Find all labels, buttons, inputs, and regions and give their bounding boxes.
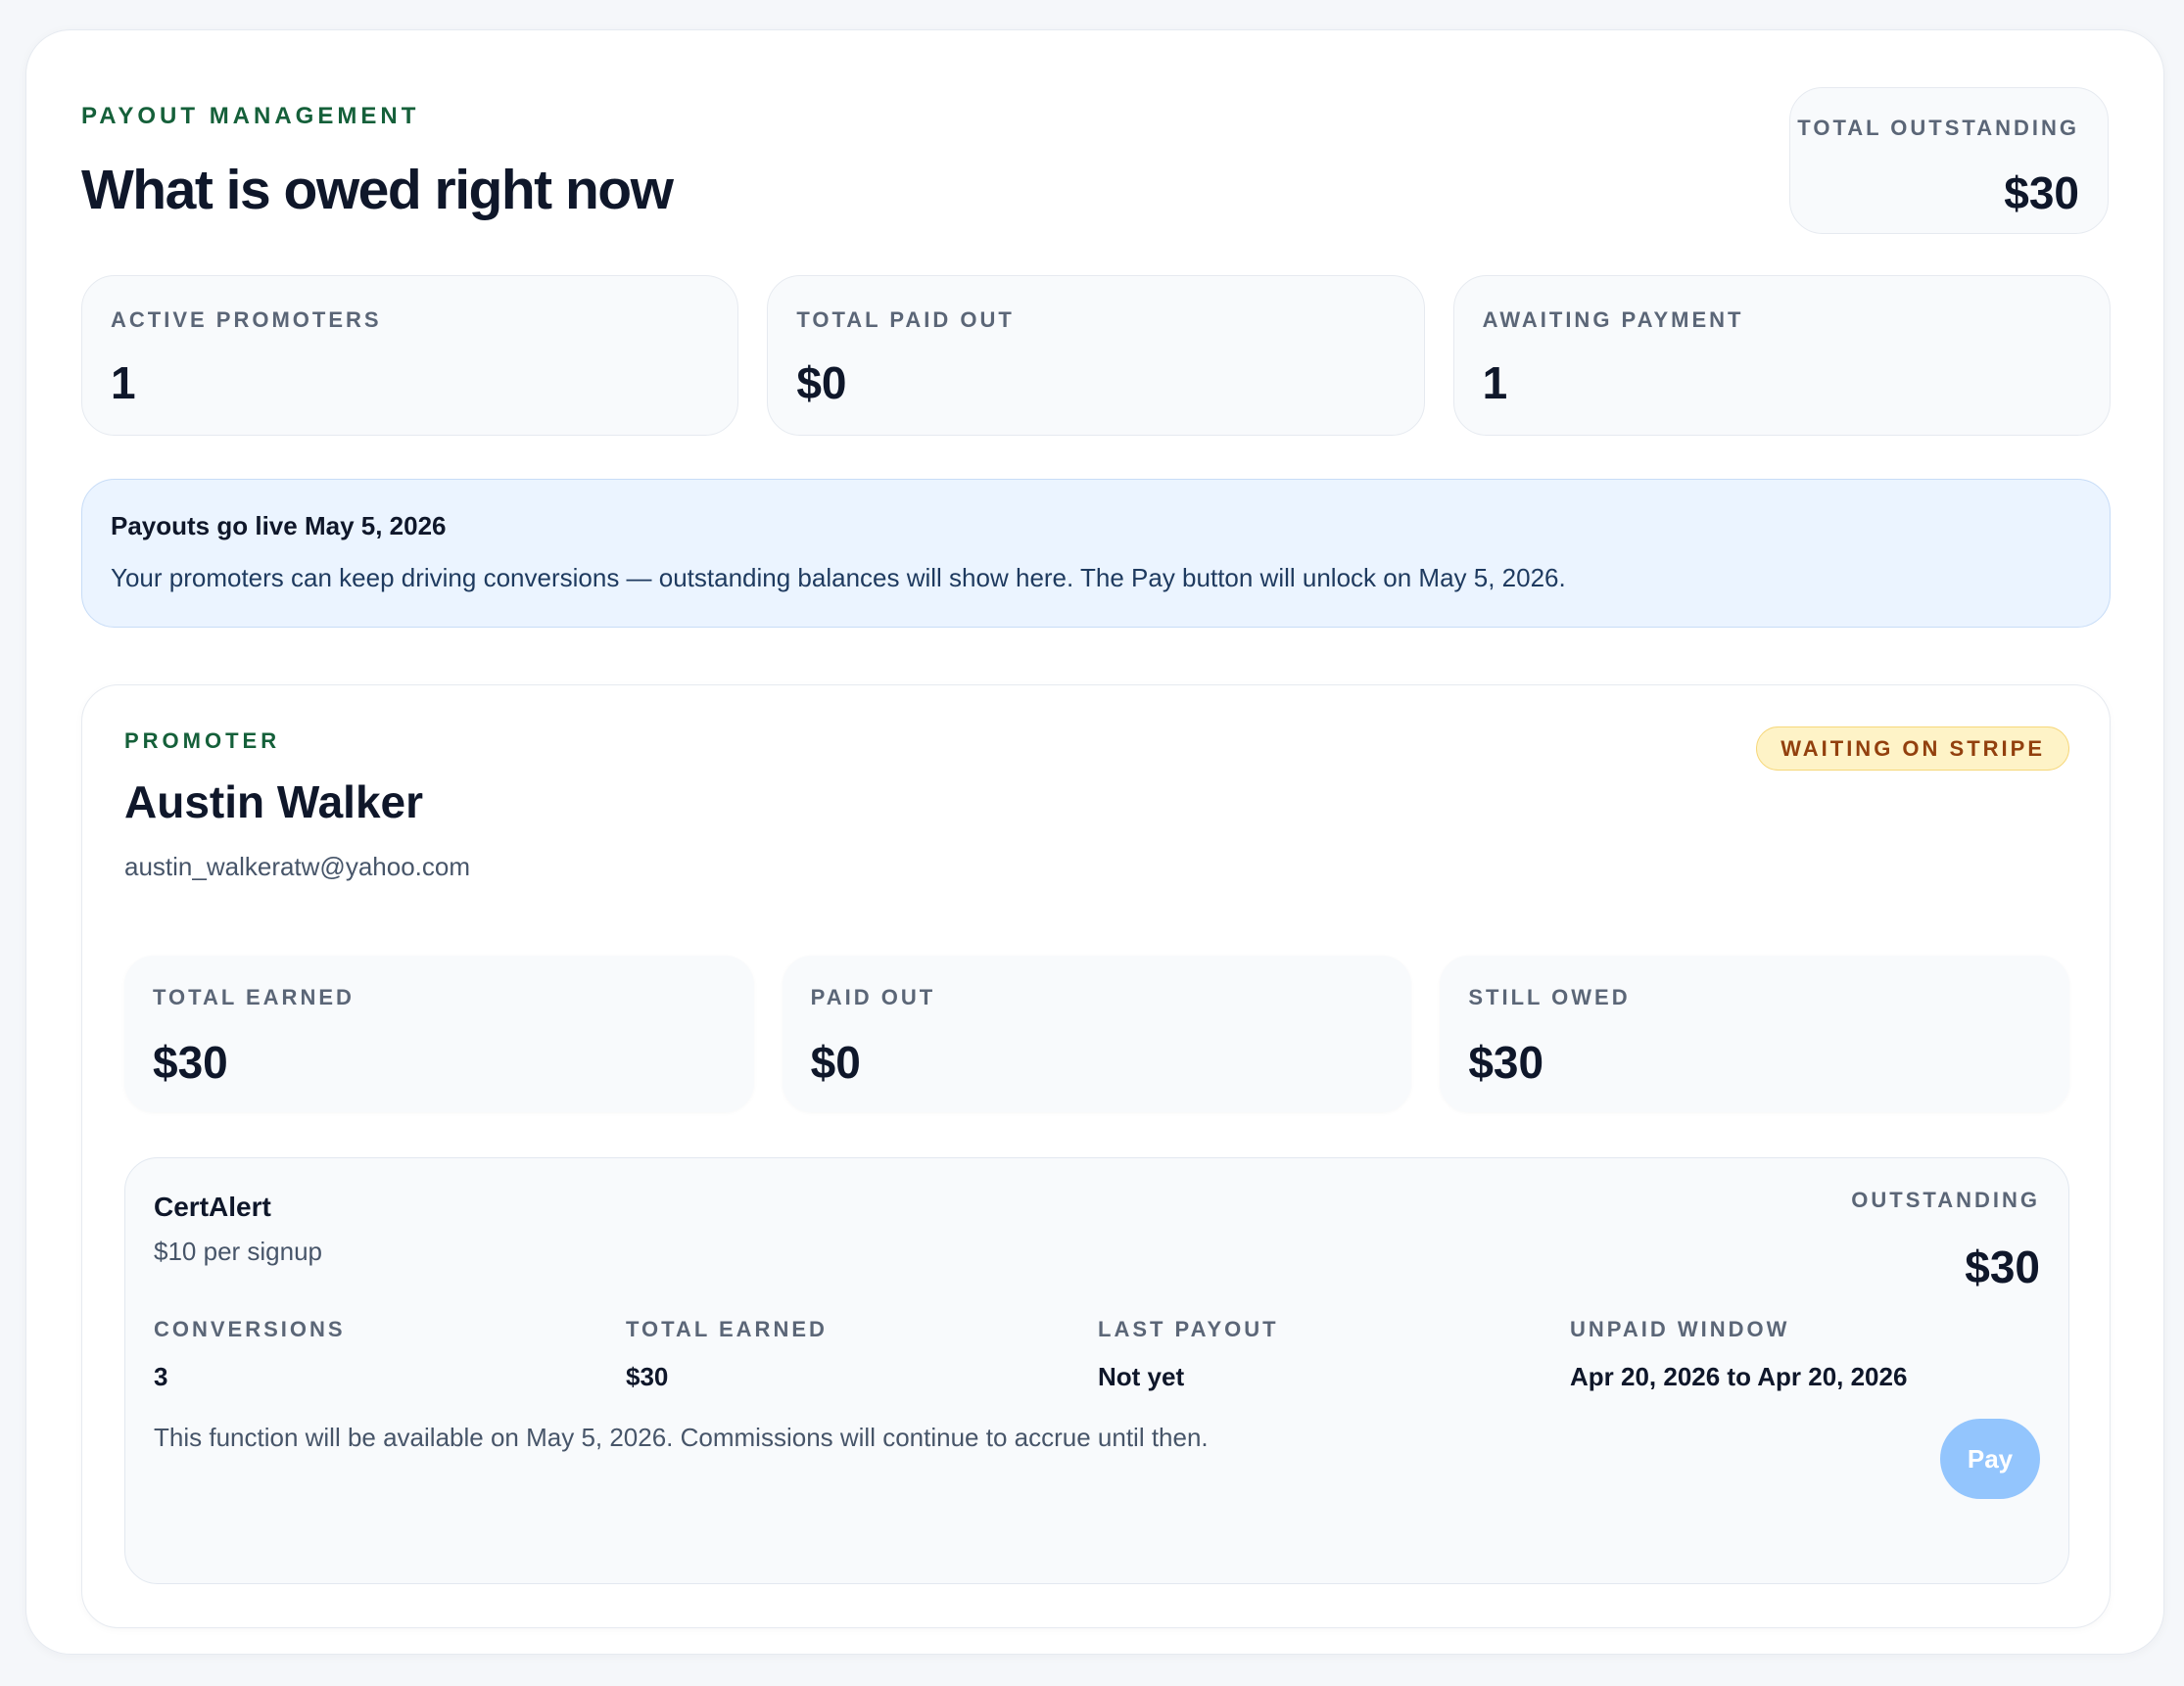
promoter-email: austin_walkeratw@yahoo.com [124, 852, 471, 881]
metric-value: Not yet [1098, 1362, 1185, 1391]
stat-card-awaiting-payment: AWAITING PAYMENT 1 [1452, 275, 2111, 436]
total-outstanding-card: TOTAL OUTSTANDING $30 [1789, 87, 2109, 234]
stat-label: PAID OUT [810, 985, 936, 1009]
program-card: CertAlert $10 per signup OUTSTANDING $30… [124, 1157, 2069, 1584]
total-outstanding-label: TOTAL OUTSTANDING [1797, 116, 2079, 140]
stat-label: TOTAL PAID OUT [796, 307, 1015, 332]
outstanding-label: OUTSTANDING [1851, 1188, 2040, 1212]
total-outstanding-value: $30 [2004, 167, 2079, 218]
notice-title: Payouts go live May 5, 2026 [111, 511, 447, 540]
metric-unpaid-window: UNPAID WINDOW Apr 20, 2026 to Apr 20, 20… [1570, 1317, 2042, 1392]
stat-label: TOTAL EARNED [153, 985, 355, 1009]
status-badge: WAITING ON STRIPE [1756, 726, 2069, 771]
metric-total-earned: TOTAL EARNED $30 [626, 1317, 1098, 1392]
stat-value: 1 [1482, 357, 1508, 408]
promoter-card: PROMOTER Austin Walker austin_walkeratw@… [81, 684, 2111, 1628]
payouts-live-notice: Payouts go live May 5, 2026 Your promote… [81, 479, 2111, 628]
page-title: What is owed right now [81, 159, 674, 221]
pay-button[interactable]: Pay [1940, 1419, 2040, 1499]
stat-label: STILL OWED [1468, 985, 1631, 1009]
stat-card-total-paid-out: TOTAL PAID OUT $0 [767, 275, 1425, 436]
metric-conversions: CONVERSIONS 3 [154, 1317, 626, 1392]
stat-value: $30 [1468, 1037, 1544, 1088]
promoter-stats: TOTAL EARNED $30 PAID OUT $0 STILL OWED … [124, 956, 2070, 1112]
availability-note: This function will be available on May 5… [154, 1423, 1209, 1452]
stat-card-active-promoters: ACTIVE PROMOTERS 1 [81, 275, 739, 436]
program-name: CertAlert [154, 1192, 271, 1222]
outstanding-value: $30 [1965, 1241, 2040, 1292]
promoter-eyebrow: PROMOTER [124, 728, 281, 753]
metric-label: UNPAID WINDOW [1570, 1317, 1790, 1341]
program-metrics: CONVERSIONS 3 TOTAL EARNED $30 LAST PAYO… [154, 1317, 2042, 1392]
stat-value: 1 [111, 357, 136, 408]
stat-label: ACTIVE PROMOTERS [111, 307, 382, 332]
promoter-stat-still-owed: STILL OWED $30 [1440, 956, 2070, 1112]
promoter-stat-total-earned: TOTAL EARNED $30 [124, 956, 754, 1112]
program-outstanding: OUTSTANDING $30 [1851, 1188, 2040, 1293]
section-eyebrow: PAYOUT MANAGEMENT [81, 103, 420, 129]
metric-label: LAST PAYOUT [1098, 1317, 1279, 1341]
payout-management-panel: PAYOUT MANAGEMENT What is owed right now… [25, 29, 2164, 1655]
stat-value: $0 [810, 1037, 861, 1088]
metric-value: $30 [626, 1362, 669, 1391]
stat-label: AWAITING PAYMENT [1482, 307, 1744, 332]
summary-stats: ACTIVE PROMOTERS 1 TOTAL PAID OUT $0 AWA… [81, 275, 2111, 436]
metric-last-payout: LAST PAYOUT Not yet [1098, 1317, 1570, 1392]
program-rate: $10 per signup [154, 1237, 323, 1266]
metric-label: TOTAL EARNED [626, 1317, 828, 1341]
promoter-name: Austin Walker [124, 776, 424, 827]
stat-value: $0 [796, 357, 847, 408]
metric-value: Apr 20, 2026 to Apr 20, 2026 [1570, 1362, 1908, 1391]
metric-label: CONVERSIONS [154, 1317, 346, 1341]
notice-body: Your promoters can keep driving conversi… [111, 563, 1566, 592]
promoter-stat-paid-out: PAID OUT $0 [782, 956, 1412, 1112]
metric-value: 3 [154, 1362, 168, 1391]
stat-value: $30 [153, 1037, 228, 1088]
